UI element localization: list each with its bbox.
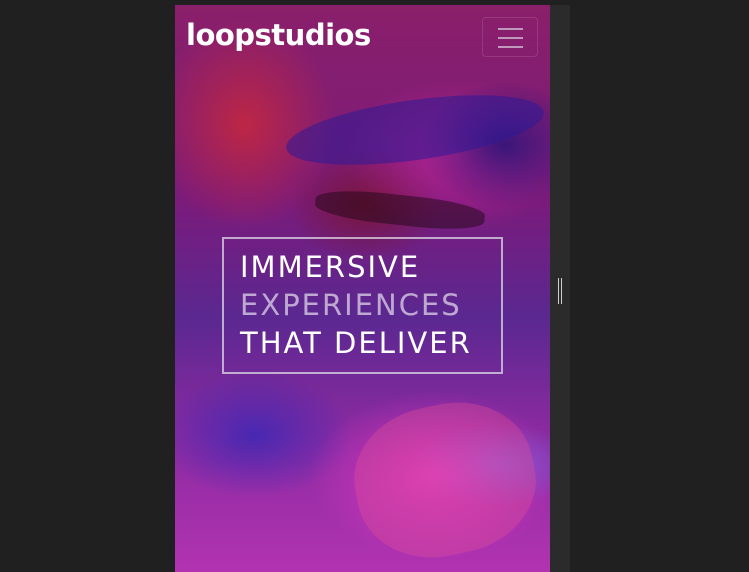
hero-heading-box: IMMERSIVE EXPERIENCES THAT DELIVER: [222, 237, 503, 374]
hero-heading-line-2: EXPERIENCES: [240, 288, 462, 322]
navbar: loopstudios: [175, 5, 550, 65]
hero-heading-line-1: IMMERSIVE: [240, 250, 421, 284]
hero-background-shape: [341, 387, 549, 572]
hero-section: loopstudios IMMERSIVE EXPERIENCES THAT D…: [175, 5, 550, 572]
hero-background-shape: [313, 186, 487, 234]
hero-background-image: [282, 82, 548, 178]
resize-handle-icon[interactable]: [557, 278, 563, 304]
device-preview-stage: loopstudios IMMERSIVE EXPERIENCES THAT D…: [0, 0, 749, 572]
site-logo[interactable]: loopstudios: [186, 15, 371, 55]
device-viewport-frame: loopstudios IMMERSIVE EXPERIENCES THAT D…: [175, 5, 570, 572]
hero-heading-line-3: THAT DELIVER: [240, 326, 472, 360]
menu-toggle-button[interactable]: [482, 17, 538, 57]
